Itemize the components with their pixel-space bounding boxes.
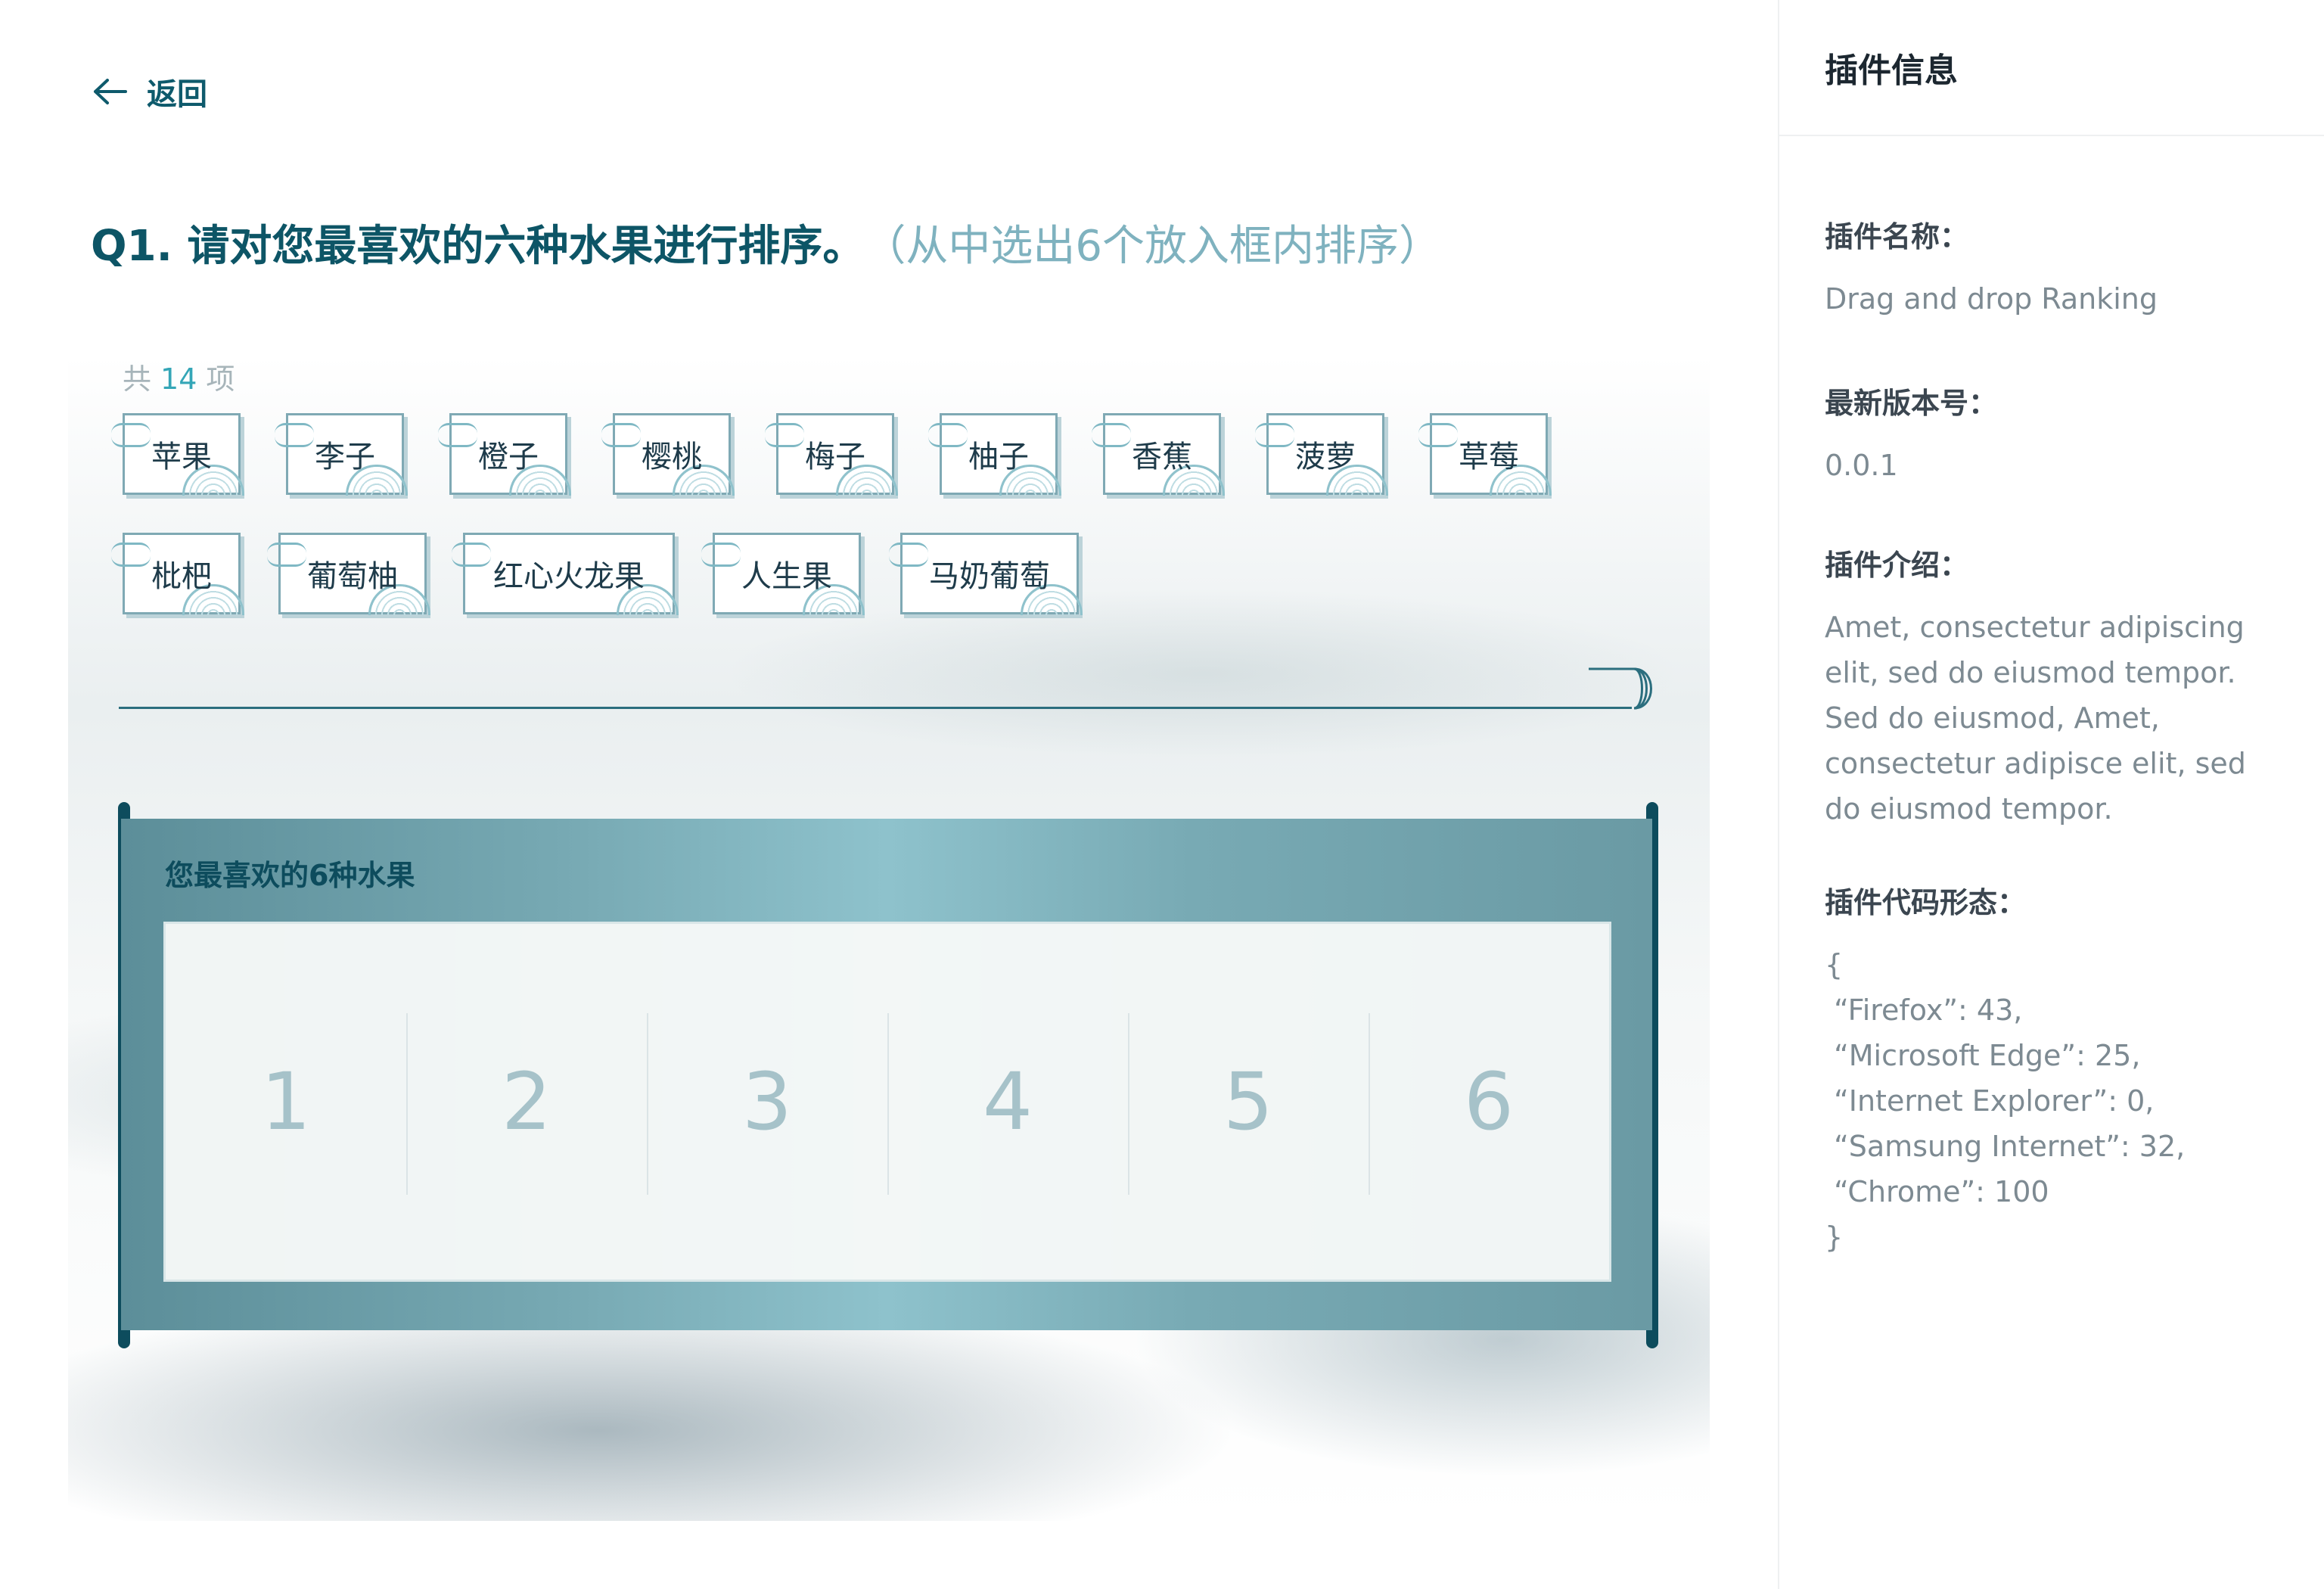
plugin-info-sidebar: 插件信息 插件名称： Drag and drop Ranking 最新版本号： … <box>1778 0 2324 1589</box>
plugin-code-line: “Microsoft Edge”: 25, <box>1825 1039 2141 1072</box>
plugin-code-line: “Firefox”: 43, <box>1825 994 2023 1027</box>
fruit-chip-label: 樱桃 <box>642 440 702 474</box>
fruit-chip[interactable]: 草莓 <box>1418 413 1552 496</box>
question-text: Q1. 请对您最喜欢的六种水果进行排序。 <box>91 222 865 271</box>
plugin-name-label: 插件名称： <box>1825 220 1969 253</box>
fruit-chip-label: 葡萄柚 <box>307 559 398 594</box>
count-suffix: 项 <box>206 362 235 396</box>
plugin-name-section: 插件名称： Drag and drop Ranking <box>1825 213 2158 322</box>
cloud-icon <box>1418 423 1458 447</box>
plugin-version-value: 0.0.1 <box>1825 449 1898 482</box>
plugin-intro-label: 插件介绍： <box>1825 549 1969 582</box>
fruit-chip[interactable]: 梅子 <box>765 413 898 496</box>
fruit-chip[interactable]: 柚子 <box>928 413 1061 496</box>
arrow-left-icon <box>94 79 127 104</box>
fruit-chip-label: 橙子 <box>478 440 539 474</box>
main-area: 返回 Q1. 请对您最喜欢的六种水果进行排序。 （从中选出6个放入框内排序） 共1… <box>0 0 1778 1589</box>
cloud-icon <box>275 423 314 447</box>
fruit-chip[interactable]: 苹果 <box>111 413 244 496</box>
plugin-code-line: { <box>1825 948 1844 981</box>
fruit-chip[interactable]: 枇杷 <box>111 533 244 615</box>
ranking-panel: 您最喜欢的6种水果 1 2 3 4 5 6 <box>121 819 1652 1330</box>
cloud-icon <box>1255 423 1294 447</box>
scroll-curl-icon <box>1589 667 1652 710</box>
plugin-intro-line: Sed do eiusmod, Amet, <box>1825 701 2160 735</box>
ranking-drop-area[interactable]: 1 2 3 4 5 6 <box>163 922 1611 1282</box>
plugin-intro-line: consectetur adipisce elit, sed <box>1825 747 2246 780</box>
rank-slot[interactable]: 3 <box>647 924 887 1280</box>
plugin-code-line: “Samsung Internet”: 32, <box>1825 1130 2186 1163</box>
plugin-code-line: “Internet Explorer”: 0, <box>1825 1084 2155 1118</box>
cloud-icon <box>438 423 477 447</box>
question-title: Q1. 请对您最喜欢的六种水果进行排序。 （从中选出6个放入框内排序） <box>91 212 1441 273</box>
fruit-chip-label: 草莓 <box>1459 440 1519 474</box>
fruit-chip-label: 梅子 <box>805 440 865 474</box>
back-button[interactable]: 返回 <box>89 70 207 114</box>
cloud-icon <box>452 543 491 567</box>
fruit-chip[interactable]: 红心火龙果 <box>452 533 679 615</box>
fruit-chip[interactable]: 李子 <box>275 413 408 496</box>
back-label: 返回 <box>147 77 207 112</box>
fruit-chip[interactable]: 樱桃 <box>601 413 735 496</box>
fruit-chip-label: 人生果 <box>741 559 832 594</box>
ranking-title: 您最喜欢的6种水果 <box>165 859 415 892</box>
question-hint: （从中选出6个放入框内排序） <box>884 222 1441 271</box>
fruit-chip-label: 柚子 <box>968 440 1029 474</box>
fruit-chip-label: 苹果 <box>151 440 212 474</box>
plugin-version-section: 最新版本号： 0.0.1 <box>1825 380 1997 488</box>
plugin-code-section: 插件代码形态： { “Firefox”: 43, “Microsoft Edge… <box>1825 879 2185 1260</box>
plugin-name-value: Drag and drop Ranking <box>1825 282 2158 316</box>
plugin-code-line: “Chrome”: 100 <box>1825 1175 2049 1208</box>
fruit-chip-label: 红心火龙果 <box>493 559 645 594</box>
cloud-icon <box>1092 423 1131 447</box>
item-count: 共 14 项 <box>123 356 235 397</box>
fruit-chip[interactable]: 葡萄柚 <box>267 533 430 615</box>
cloud-icon <box>889 543 928 567</box>
rank-slot[interactable]: 2 <box>406 924 647 1280</box>
fruit-chip[interactable]: 香蕉 <box>1092 413 1225 496</box>
plugin-intro-section: 插件介绍： Amet, consectetur adipiscing elit,… <box>1825 542 2246 832</box>
cloud-icon <box>111 543 151 567</box>
fruit-chip-label: 枇杷 <box>151 559 212 594</box>
fruit-chip[interactable]: 马奶葡萄 <box>889 533 1083 615</box>
plugin-code-label: 插件代码形态： <box>1825 886 2027 919</box>
rank-slot[interactable]: 5 <box>1128 924 1369 1280</box>
cloud-icon <box>267 543 306 567</box>
fruit-chip[interactable]: 橙子 <box>438 413 571 496</box>
fruit-chip[interactable]: 菠萝 <box>1255 413 1388 496</box>
cloud-icon <box>928 423 968 447</box>
rank-slot[interactable]: 4 <box>887 924 1128 1280</box>
fruit-chip-label: 菠萝 <box>1295 440 1356 474</box>
sidebar-title: 插件信息 <box>1779 0 2324 136</box>
count-number: 14 <box>160 362 197 396</box>
plugin-version-label: 最新版本号： <box>1825 387 1998 420</box>
plugin-intro-line: Amet, consectetur adipiscing <box>1825 611 2245 644</box>
pool-divider <box>119 707 1632 709</box>
cloud-icon <box>701 543 741 567</box>
fruit-chip[interactable]: 人生果 <box>701 533 865 615</box>
fruit-chip-label: 香蕉 <box>1132 440 1192 474</box>
plugin-intro-line: elit, sed do eiusmod tempor. <box>1825 656 2236 689</box>
cloud-icon <box>111 423 151 447</box>
fruit-chip-label: 李子 <box>315 440 375 474</box>
rank-slot[interactable]: 6 <box>1369 924 1609 1280</box>
cloud-icon <box>601 423 641 447</box>
rank-slot[interactable]: 1 <box>166 924 406 1280</box>
count-prefix: 共 <box>123 362 152 396</box>
plugin-code-line: } <box>1825 1221 1844 1254</box>
fruit-chip-label: 马奶葡萄 <box>929 559 1050 594</box>
plugin-intro-line: do eiusmod tempor. <box>1825 792 2113 826</box>
cloud-icon <box>765 423 804 447</box>
